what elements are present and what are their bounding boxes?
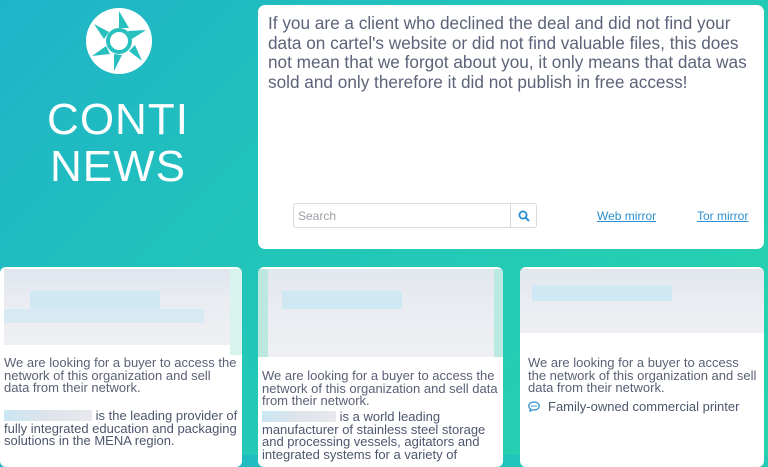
search-box [293,203,537,228]
search-button[interactable] [510,204,536,227]
search-input[interactable] [294,204,514,227]
blurred-preview [4,269,242,355]
blurred-preview [258,269,503,357]
tor-mirror-link[interactable]: Tor mirror [697,209,748,223]
redacted-name [4,410,92,421]
notice-text: If you are a client who declined the dea… [268,13,747,92]
card-description: We are looking for a buyer to access the… [528,355,757,396]
blurred-preview [520,269,764,333]
redacted-name [262,411,336,422]
card-subtitle: is the leading provider of fully integra… [4,409,238,448]
leak-card[interactable]: We are looking for a buyer to access the… [0,267,242,467]
card-subtitle: is a world leading manufacturer of stain… [262,410,498,461]
camera-aperture-icon [86,8,152,74]
notice-panel: If you are a client who declined the dea… [258,5,764,249]
card-description: We are looking for a buyer to access the… [262,368,498,409]
card-description: We are looking for a buyer to access the… [4,355,237,396]
site-title: CONTI NEWS [47,95,189,191]
chat-bubble-icon [528,401,540,412]
brand-panel: CONTI NEWS [0,0,258,250]
search-icon [518,210,530,222]
leak-card[interactable]: We are looking for a buyer to access the… [520,267,764,467]
web-mirror-link[interactable]: Web mirror [597,209,656,223]
card-subtitle-text: Family-owned commercial printer [548,399,740,414]
leak-card[interactable]: We are looking for a buyer to access the… [258,267,503,467]
card-subtitle: Family-owned commercial printer [528,399,739,414]
